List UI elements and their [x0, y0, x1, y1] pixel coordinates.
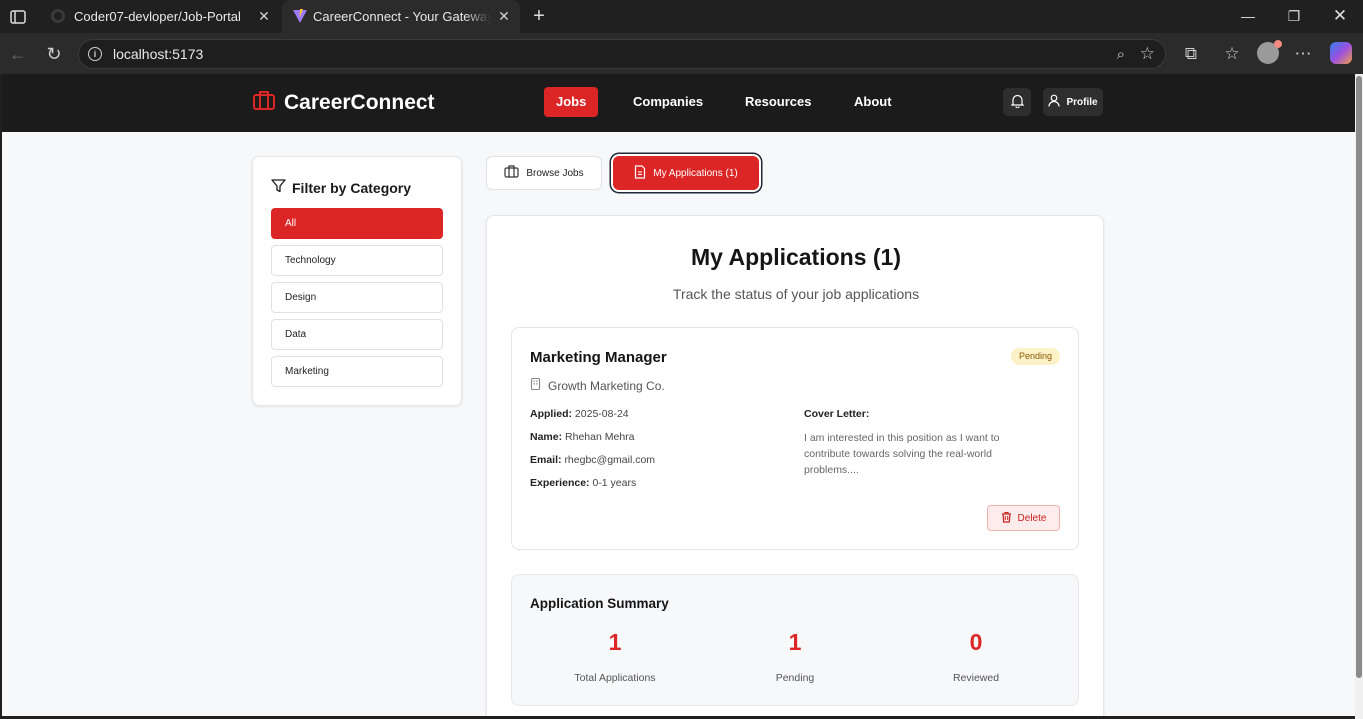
- back-icon[interactable]: ←: [7, 43, 29, 65]
- delete-label: Delete: [1017, 512, 1047, 524]
- application-card: Marketing Manager Pending Growth Marketi…: [511, 327, 1079, 550]
- applications-panel: My Applications (1) Track the status of …: [486, 215, 1104, 716]
- category-design[interactable]: Design: [271, 282, 443, 313]
- scrollbar-thumb[interactable]: [1356, 76, 1362, 678]
- browse-jobs-label: Browse Jobs: [526, 167, 584, 179]
- nav-jobs[interactable]: Jobs: [544, 87, 599, 117]
- page-title: My Applications (1): [691, 244, 901, 270]
- my-applications-button[interactable]: My Applications (1): [613, 156, 759, 190]
- applicant-experience: Experience: 0-1 years: [530, 477, 636, 489]
- brand-name: CareerConnect: [284, 90, 435, 114]
- bell-icon: [1010, 94, 1024, 111]
- browser-toolbar: ← ↻ i localhost:5173 ⌕ ☆ ⧉ ☆ ⋯: [0, 33, 1363, 74]
- browse-jobs-button[interactable]: Browse Jobs: [486, 156, 602, 190]
- cover-letter-text: I am interested in this position as I wa…: [804, 432, 1000, 476]
- trash-icon: [1001, 511, 1012, 526]
- browser-tabbar: Coder07-devloper/Job-Portal ✕ CareerConn…: [0, 0, 1363, 33]
- email-value: rhegbc@gmail.com: [564, 454, 656, 466]
- favorite-star-icon[interactable]: ☆: [1140, 44, 1155, 64]
- more-options-icon[interactable]: ⋯: [1292, 43, 1314, 65]
- address-bar[interactable]: i localhost:5173 ⌕ ☆: [78, 39, 1166, 69]
- job-title: Marketing Manager: [530, 349, 667, 366]
- tab-actions-icon[interactable]: [8, 7, 28, 27]
- new-tab-icon[interactable]: +: [528, 6, 550, 28]
- experience-value: 0-1 years: [592, 477, 637, 489]
- status-badge: Pending: [1010, 348, 1060, 365]
- zoom-icon[interactable]: ⌕: [1117, 46, 1125, 63]
- tab-title: CareerConnect - Your Gateway to: [313, 9, 491, 24]
- url-text[interactable]: localhost:5173: [113, 46, 203, 62]
- category-data[interactable]: Data: [271, 319, 443, 350]
- profile-label: Profile: [1066, 96, 1098, 108]
- building-icon: [530, 377, 541, 393]
- stat-reviewed-label: Reviewed: [952, 672, 1000, 684]
- stat-pending-label: Pending: [775, 672, 815, 684]
- browser-tab-github[interactable]: Coder07-devloper/Job-Portal ✕: [40, 0, 280, 33]
- applied-date: Applied: 2025-08-24: [530, 408, 629, 420]
- category-marketing[interactable]: Marketing: [271, 356, 443, 387]
- notifications-button[interactable]: [1003, 88, 1031, 116]
- stat-total: 1 Total Applications: [530, 629, 700, 684]
- page-scrollbar[interactable]: [1355, 74, 1363, 719]
- stat-pending-value: 1: [788, 629, 802, 655]
- page-viewport: CareerConnect Jobs Companies Resources A…: [2, 74, 1355, 716]
- stat-total-label: Total Applications: [574, 672, 656, 684]
- email-label: Email:: [530, 454, 562, 466]
- nav-companies[interactable]: Companies: [621, 87, 715, 117]
- filter-icon: [271, 179, 292, 196]
- close-window-icon[interactable]: ✕: [1328, 5, 1352, 27]
- filter-title: Filter by Category: [292, 179, 412, 196]
- browser-tab-careerconnect[interactable]: CareerConnect - Your Gateway to ✕: [282, 0, 520, 33]
- category-technology[interactable]: Technology: [271, 245, 443, 276]
- nav-resources[interactable]: Resources: [733, 87, 823, 117]
- cover-letter-label: Cover Letter:: [804, 408, 870, 420]
- stat-total-value: 1: [608, 629, 622, 655]
- company-row: Growth Marketing Co.: [530, 377, 665, 393]
- tab-title: Coder07-devloper/Job-Portal: [74, 9, 241, 24]
- profile-button[interactable]: Profile: [1043, 88, 1103, 116]
- stat-pending: 1 Pending: [710, 629, 880, 684]
- restore-icon[interactable]: ❐: [1282, 5, 1306, 27]
- briefcase-icon: [504, 165, 519, 181]
- category-all[interactable]: All: [271, 208, 443, 239]
- site-info-icon[interactable]: i: [88, 47, 102, 61]
- vite-icon: [292, 8, 308, 24]
- category-filter-panel: Filter by Category All Technology Design…: [252, 156, 462, 406]
- close-tab-icon[interactable]: ✕: [496, 8, 512, 24]
- filter-heading: Filter by Category: [271, 179, 411, 196]
- nav-about[interactable]: About: [842, 87, 904, 117]
- browser-profile-avatar[interactable]: [1257, 40, 1282, 64]
- applied-label: Applied:: [530, 408, 572, 420]
- user-icon: [1048, 94, 1061, 110]
- experience-label: Experience:: [530, 477, 590, 489]
- name-label: Name:: [530, 431, 563, 443]
- delete-application-button[interactable]: Delete: [987, 505, 1060, 531]
- applicant-name: Name: Rhehan Mehra: [530, 431, 635, 443]
- favorites-icon[interactable]: ☆: [1221, 43, 1243, 65]
- applicant-email: Email: rhegbc@gmail.com: [530, 454, 655, 466]
- my-applications-label: My Applications (1): [653, 167, 738, 179]
- close-tab-icon[interactable]: ✕: [256, 8, 272, 24]
- page-subtitle: Track the status of your job application…: [672, 286, 920, 302]
- summary-title: Application Summary: [530, 596, 669, 611]
- stat-reviewed-value: 0: [969, 629, 983, 655]
- application-summary: Application Summary 1 Total Applications…: [511, 574, 1079, 706]
- reload-icon[interactable]: ↻: [43, 43, 65, 65]
- brand-logo[interactable]: CareerConnect: [252, 89, 435, 116]
- briefcase-icon: [252, 89, 276, 116]
- name-value: Rhehan Mehra: [565, 431, 635, 443]
- applied-value: 2025-08-24: [574, 408, 629, 420]
- github-icon: [50, 8, 66, 24]
- extensions-icon[interactable]: ⧉: [1180, 43, 1202, 65]
- copilot-icon[interactable]: [1330, 42, 1352, 64]
- stat-reviewed: 0 Reviewed: [891, 629, 1061, 684]
- document-icon: [634, 164, 646, 182]
- site-header: CareerConnect Jobs Companies Resources A…: [2, 74, 1355, 132]
- company-name: Growth Marketing Co.: [548, 378, 665, 393]
- minimize-icon[interactable]: —: [1236, 5, 1260, 27]
